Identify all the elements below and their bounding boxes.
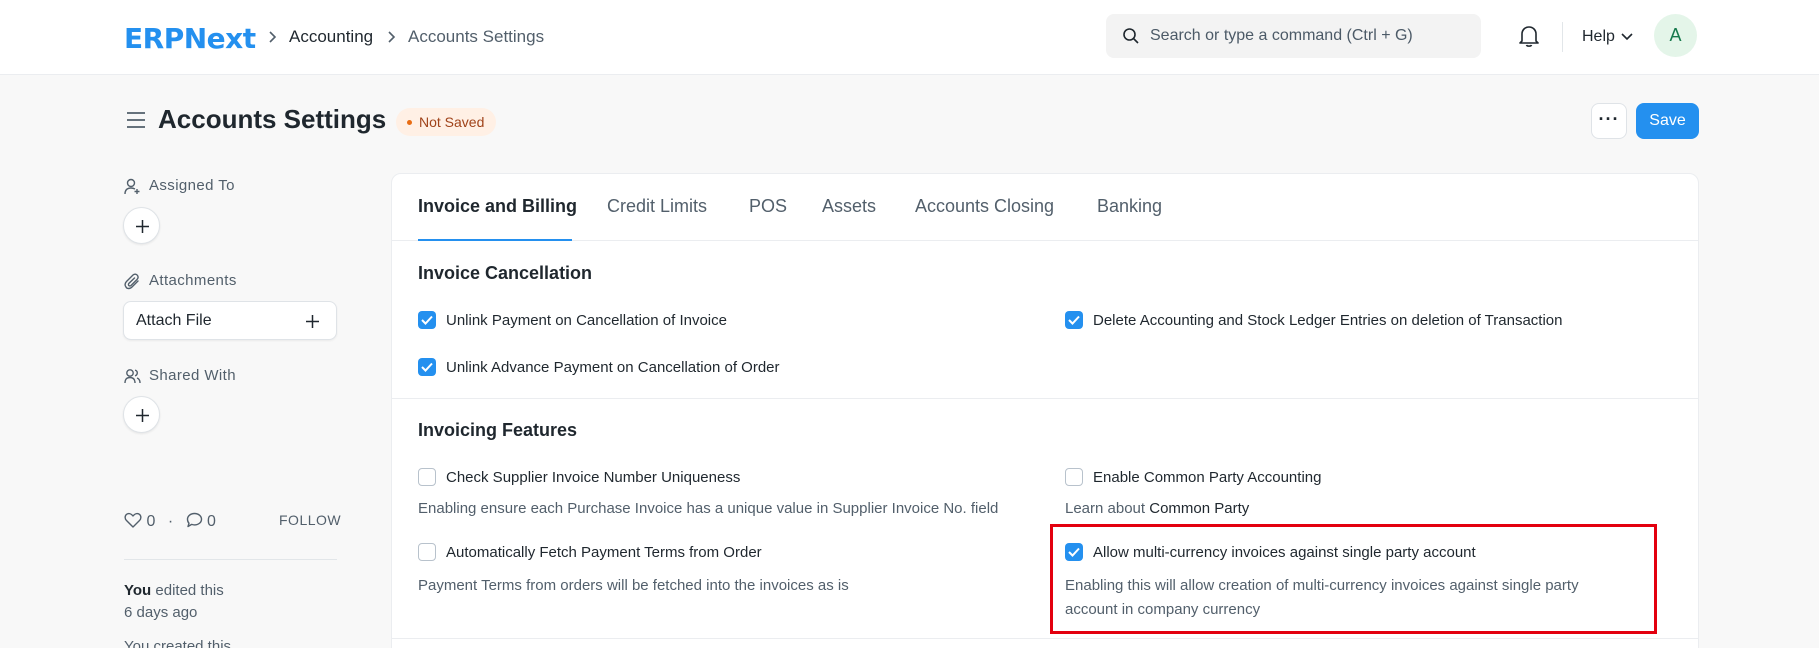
status-text: Not Saved [419,114,485,130]
search-input[interactable]: Search or type a command (Ctrl + G) [1106,14,1481,58]
page-title: Accounts Settings [158,104,387,134]
tab-assets[interactable]: Assets [822,196,876,217]
tab-pos[interactable]: POS [749,196,787,217]
field-description: Payment Terms from orders will be fetche… [418,577,849,594]
chevron-down-icon[interactable] [1621,33,1633,41]
plus-icon [136,220,149,233]
erpnext-logo[interactable]: ERPNext [124,22,256,55]
activity-entry-created: You created this [124,638,232,648]
field-label: Unlink Advance Payment on Cancellation o… [446,359,780,376]
shared-with-label: Shared With [124,367,236,384]
tab-banking[interactable]: Banking [1097,196,1162,217]
activity-entry: You edited this 6 days ago [124,580,224,624]
checkbox-delete-ledger-entries[interactable] [1065,311,1083,329]
separator-dot: · [167,513,174,530]
description-prefix: Learn about [1065,500,1150,517]
likes-count: 0 [146,513,156,530]
user-add-icon [124,178,140,195]
notification-bell-icon[interactable] [1518,24,1540,48]
likes-comments: 0 · 0 [124,512,216,531]
chevron-right-icon [388,31,396,43]
section-divider [392,398,1698,399]
navbar: ERPNext Accounting Accounts Settings Sea… [0,0,1819,75]
add-share-button[interactable] [123,396,160,433]
tab-bar: Invoice and Billing Credit Limits POS As… [392,174,1698,241]
activity-user: You [124,582,152,599]
sidebar-toggle-icon[interactable] [126,111,146,129]
checkmark-icon [421,315,433,325]
field-description: Learn about Common Party [1065,497,1249,521]
section-title-invoice-cancellation: Invoice Cancellation [418,263,593,283]
activity-action: edited this [151,582,224,599]
section-title-invoicing-features: Invoicing Features [418,420,578,440]
field-description: Enabling ensure each Purchase Invoice ha… [418,500,999,517]
activity-time: 6 days ago [124,604,198,621]
chevron-right-icon [269,31,277,43]
section-divider [392,638,1698,639]
checkbox-common-party-accounting[interactable] [1065,468,1083,486]
search-icon [1123,28,1139,44]
assigned-to-label: Assigned To [124,177,235,195]
tab-credit-limits[interactable]: Credit Limits [607,196,707,217]
heart-icon[interactable] [124,512,142,528]
assigned-to-text: Assigned To [149,177,235,194]
attachments-label: Attachments [124,272,237,290]
sidebar-divider [124,559,337,560]
navbar-divider [1562,22,1563,52]
user-avatar[interactable]: A [1654,14,1697,57]
plus-icon [136,409,149,422]
attach-file-label: Attach File [136,312,212,329]
field-label: Automatically Fetch Payment Terms from O… [446,544,762,561]
status-dot [407,119,412,125]
checkmark-icon [421,362,433,372]
tab-accounts-closing[interactable]: Accounts Closing [915,196,1054,217]
checkbox-supplier-invoice-uniqueness[interactable] [418,468,436,486]
shared-with-text: Shared With [149,367,236,384]
checkmark-icon [1068,315,1080,325]
help-dropdown[interactable]: Help [1582,28,1615,46]
breadcrumb-accounting[interactable]: Accounting [289,27,373,47]
field-label: Check Supplier Invoice Number Uniqueness [446,469,741,486]
status-badge: Not Saved [396,108,497,136]
common-party-link[interactable]: Common Party [1149,500,1249,517]
field-label: Delete Accounting and Stock Ledger Entri… [1093,312,1563,329]
checkbox-unlink-advance-payment[interactable] [418,358,436,376]
field-label: Enable Common Party Accounting [1093,469,1322,486]
checkbox-auto-fetch-payment-terms[interactable] [418,543,436,561]
field-label: Unlink Payment on Cancellation of Invoic… [446,312,727,329]
add-assignee-button[interactable] [123,207,160,244]
save-button[interactable]: Save [1636,103,1699,139]
highlight-box [1050,524,1657,634]
breadcrumb-accounts-settings[interactable]: Accounts Settings [408,27,544,47]
paperclip-icon [124,273,139,290]
attach-file-button[interactable]: Attach File [123,301,337,340]
active-tab-indicator [418,239,572,241]
comments-count: 0 [207,513,216,530]
users-icon [124,369,141,384]
more-actions-button[interactable]: ··· [1591,103,1627,139]
checkbox-unlink-payment[interactable] [418,311,436,329]
attachments-text: Attachments [149,272,237,289]
plus-icon [306,315,319,328]
search-placeholder: Search or type a command (Ctrl + G) [1150,27,1413,44]
comment-icon[interactable] [186,512,203,528]
tab-invoice-and-billing[interactable]: Invoice and Billing [418,196,577,217]
follow-button[interactable]: FOLLOW [279,512,341,528]
